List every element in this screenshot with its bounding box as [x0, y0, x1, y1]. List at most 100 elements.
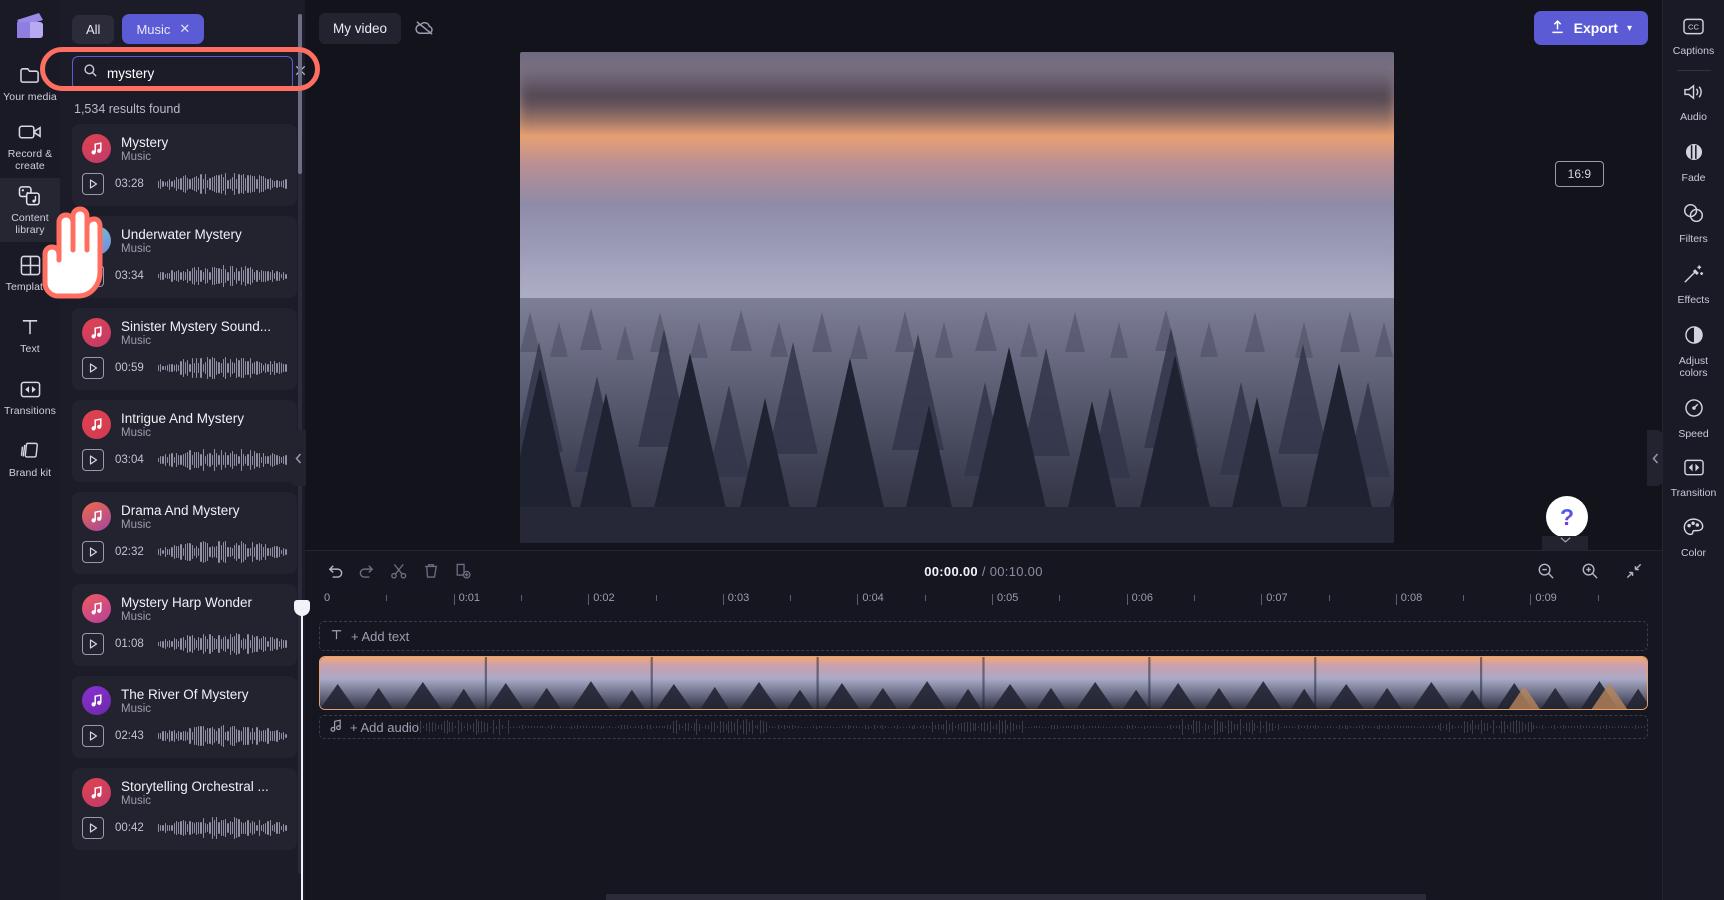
clip-thumbnail-strip	[320, 657, 1647, 709]
text-t-icon	[330, 628, 343, 644]
sidebar-item-record-create[interactable]: Record & create	[0, 114, 60, 178]
play-icon[interactable]	[82, 725, 104, 747]
rail-item-speed[interactable]: Speed	[1663, 388, 1724, 449]
redo-button[interactable]	[351, 556, 383, 586]
rail-item-adjust-colors[interactable]: Adjust colors	[1663, 315, 1724, 388]
audio-waveform-preview	[320, 716, 1647, 738]
list-item[interactable]: Mystery Harp Wonder Music 01:08	[72, 584, 297, 666]
table-row[interactable]	[319, 656, 1648, 710]
timeline-zoom-controls	[1530, 556, 1650, 586]
list-item[interactable]: The River Of Mystery Music 02:43	[72, 676, 297, 758]
sidebar-item-your-media[interactable]: Your media	[0, 52, 60, 114]
list-item-header: Underwater Mystery Music	[82, 226, 287, 255]
list-item[interactable]: Drama And Mystery Music 02:32	[72, 492, 297, 574]
preview-frame-image	[520, 52, 1394, 543]
timeline-ruler[interactable]: 0 0:01 0:02 0:03 0:04 0:05 0:06 0:07 0:08 0:09	[319, 591, 1662, 615]
sidebar-item-label: Record & create	[7, 148, 53, 172]
search-box[interactable]	[72, 56, 306, 90]
time-separator: /	[981, 563, 986, 579]
speedometer-icon	[1683, 397, 1705, 424]
collapse-right-panel-button[interactable]	[1647, 430, 1663, 486]
fit-to-screen-icon[interactable]	[1618, 556, 1650, 586]
help-button[interactable]: ?	[1546, 496, 1588, 538]
timeline-horizontal-scrollbar[interactable]	[606, 894, 1426, 900]
sidebar-item-text[interactable]: Text	[0, 304, 60, 366]
rail-item-label: Audio	[1680, 111, 1707, 123]
ruler-tick-label: 0	[324, 592, 331, 604]
track-title: Storytelling Orchestral ...	[121, 778, 269, 794]
list-item[interactable]: Storytelling Orchestral ... Music 00:42	[72, 768, 297, 850]
total-time: 00:10.00	[989, 563, 1043, 579]
rail-item-filters[interactable]: Filters	[1663, 193, 1724, 254]
list-item[interactable]: Intrigue And Mystery Music 03:04	[72, 400, 297, 482]
list-item-header: Storytelling Orchestral ... Music	[82, 778, 287, 807]
delete-button[interactable]	[415, 556, 447, 586]
rail-item-color[interactable]: Color	[1663, 508, 1724, 568]
play-icon[interactable]	[82, 817, 104, 839]
zoom-out-icon[interactable]	[1530, 556, 1562, 586]
filters-icon	[1682, 202, 1705, 229]
play-icon[interactable]	[82, 633, 104, 655]
list-item-header: Mystery Harp Wonder Music	[82, 594, 287, 623]
list-item[interactable]: Mystery Music 03:28	[72, 124, 297, 206]
music-note-icon	[82, 318, 111, 347]
music-note-icon	[330, 719, 342, 735]
play-icon[interactable]	[82, 449, 104, 471]
zoom-in-icon[interactable]	[1574, 556, 1606, 586]
close-icon[interactable]: ✕	[179, 21, 190, 37]
rail-item-fade[interactable]: Fade	[1663, 132, 1724, 193]
rail-item-audio[interactable]: Audio	[1663, 73, 1724, 132]
add-audio-label: + Add audio	[350, 719, 420, 735]
sidebar-item-transitions[interactable]: Transitions	[0, 366, 60, 428]
list-item-meta: Drama And Mystery Music	[121, 503, 240, 531]
list-item[interactable]: Sinister Mystery Sound... Music 00:59	[72, 308, 297, 390]
svg-text:CC: CC	[1688, 22, 1699, 31]
undo-button[interactable]	[319, 556, 351, 586]
play-icon[interactable]	[82, 357, 104, 379]
track-title: Mystery Harp Wonder	[121, 594, 253, 610]
track-duration: 03:04	[115, 454, 144, 466]
add-audio-track[interactable]: + Add audio	[319, 715, 1648, 739]
add-text-track[interactable]: + Add text	[319, 621, 1648, 651]
project-topbar: My video Export ▾	[305, 0, 1662, 56]
filter-chip-music[interactable]: Music ✕	[122, 14, 205, 44]
clipchamp-logo-icon[interactable]	[0, 0, 60, 52]
timeline-playhead[interactable]	[294, 600, 310, 900]
rail-item-label: Color	[1680, 547, 1707, 559]
chevron-down-icon: ▾	[1626, 22, 1632, 34]
track-duration: 02:32	[115, 546, 144, 558]
left-nav-rail: Your media Record & create Content libra…	[0, 0, 60, 900]
ruler-tick-label: 0:03	[727, 592, 750, 604]
filter-chip-all[interactable]: All	[72, 14, 115, 44]
export-button[interactable]: Export ▾	[1533, 11, 1648, 45]
video-preview[interactable]	[520, 52, 1394, 543]
editor-main: My video Export ▾ 16:9 ? 00:00.00 / 00:1…	[305, 0, 1662, 900]
track-waveform	[158, 449, 287, 471]
list-item-meta: Mystery Music	[121, 135, 168, 163]
list-item-footer: 00:42	[82, 817, 287, 839]
split-button[interactable]	[383, 556, 415, 586]
palette-icon	[1682, 517, 1705, 543]
rail-item-transition[interactable]: Transition	[1663, 449, 1724, 508]
track-waveform	[158, 357, 287, 379]
play-icon[interactable]	[82, 173, 104, 195]
filter-chip-label: All	[86, 21, 101, 37]
ruler-tick-label: 0:07	[1266, 592, 1288, 604]
music-note-icon	[82, 134, 111, 163]
track-kind: Music	[121, 334, 152, 347]
duplicate-button[interactable]	[447, 556, 479, 586]
list-item-meta: Storytelling Orchestral ... Music	[121, 779, 269, 807]
aspect-ratio-button[interactable]: 16:9	[1554, 161, 1604, 187]
sidebar-item-brand-kit[interactable]: Brand kit	[0, 428, 60, 490]
track-waveform	[158, 633, 287, 655]
search-input[interactable]	[107, 65, 284, 81]
project-name-field[interactable]: My video	[319, 12, 402, 44]
collapse-left-panel-button[interactable]	[290, 430, 306, 486]
rail-item-captions[interactable]: CC Captions	[1663, 8, 1724, 66]
rail-item-effects[interactable]: Effects	[1663, 254, 1724, 315]
track-waveform	[158, 173, 287, 195]
cloud-off-icon[interactable]	[407, 11, 441, 45]
play-icon[interactable]	[82, 541, 104, 563]
list-item-meta: Intrigue And Mystery Music	[121, 411, 244, 439]
track-kind: Music	[121, 426, 152, 439]
